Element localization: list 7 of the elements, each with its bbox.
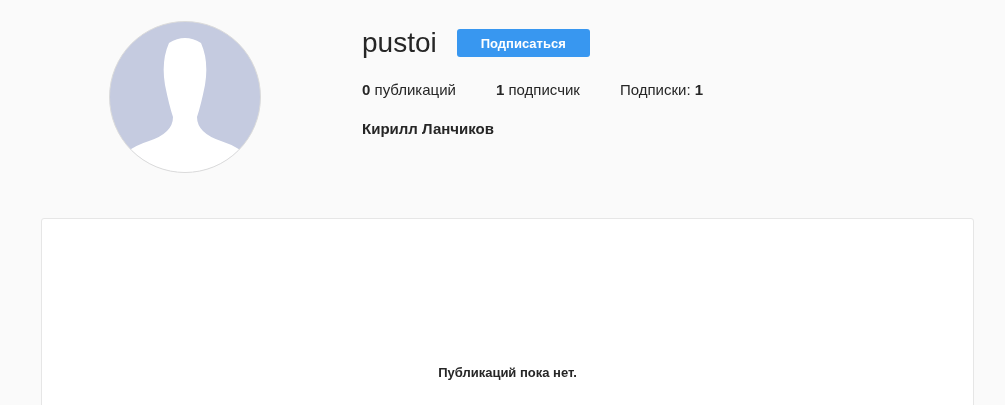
profile-stat[interactable]: 0 публикаций	[362, 81, 456, 98]
full-name: Кирилл Ланчиков	[362, 120, 495, 137]
avatar-silhouette-icon	[109, 21, 261, 173]
profile-stat[interactable]: Подписки: 1	[619, 81, 704, 98]
empty-posts-message: Публикаций пока нет.	[438, 365, 577, 381]
username: pustoi	[362, 27, 437, 59]
profile-stat[interactable]: 1 подписчик	[495, 81, 580, 98]
